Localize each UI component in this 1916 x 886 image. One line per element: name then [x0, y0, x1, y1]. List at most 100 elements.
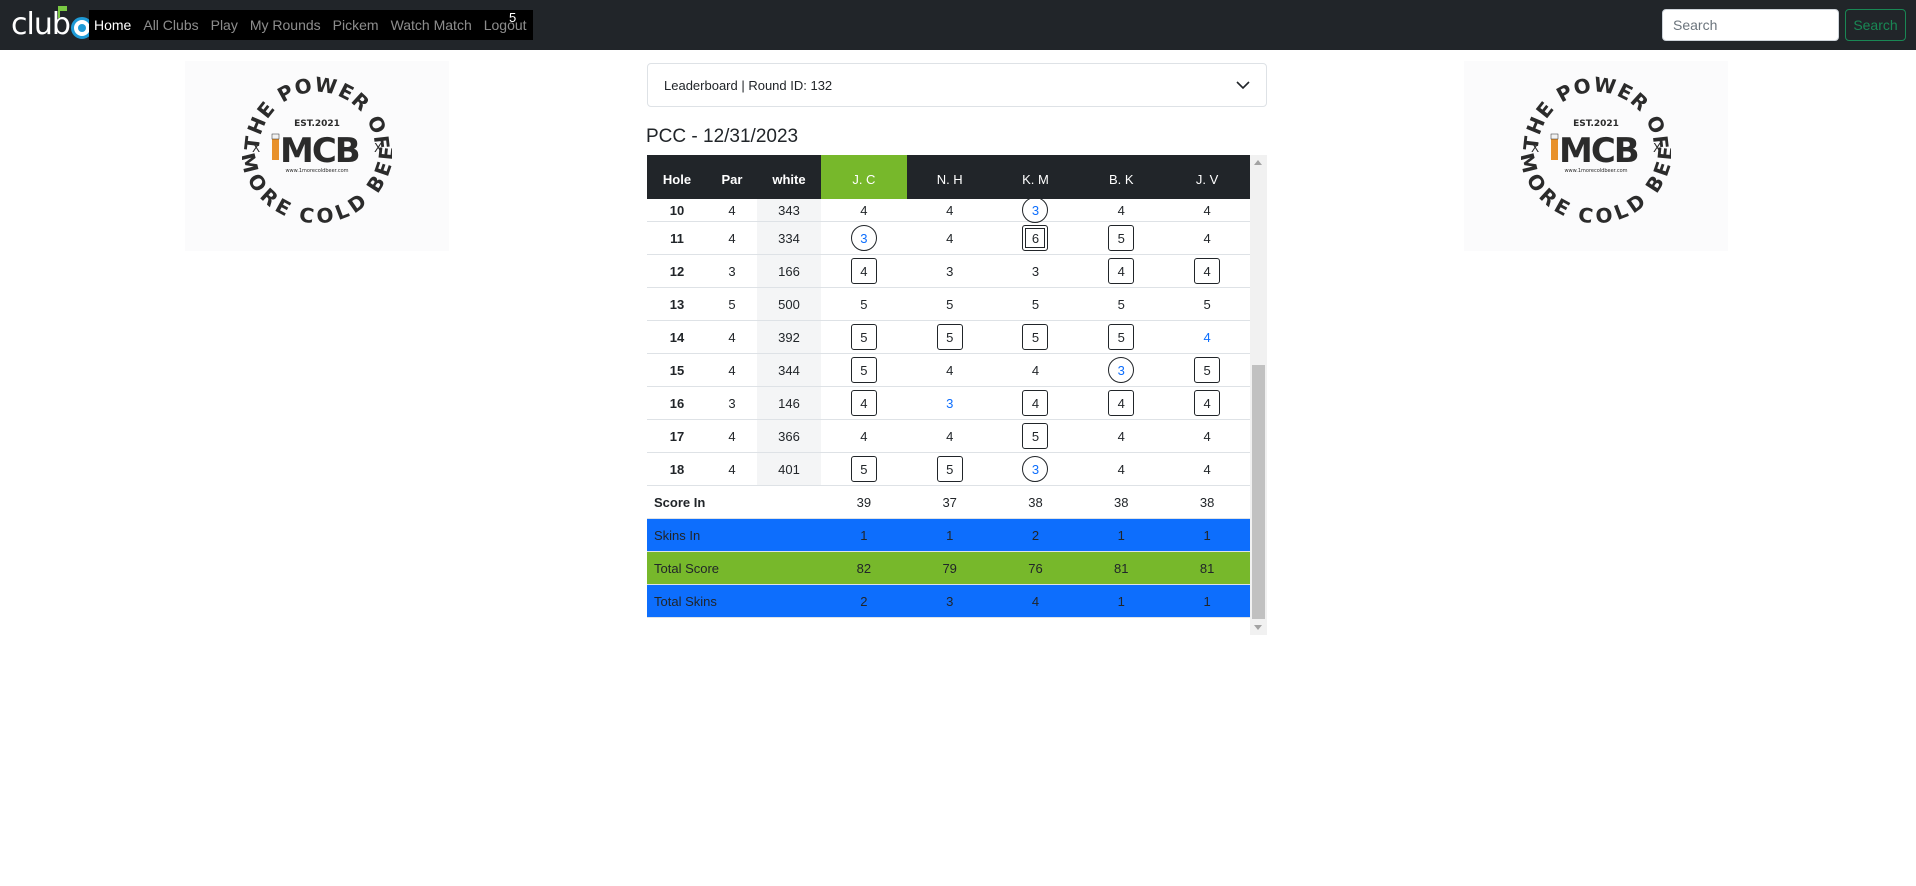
score-par: 4	[946, 362, 954, 378]
summary-value: 1	[1203, 527, 1211, 543]
course-title: PCC - 12/31/2023	[646, 126, 799, 147]
score-cell: 4	[907, 222, 993, 254]
score-cell: 5	[1164, 354, 1250, 386]
score-birdie: 3	[1022, 197, 1049, 223]
search-button[interactable]: Search	[1845, 9, 1906, 41]
score-cell: 6	[993, 222, 1079, 254]
hole-par: 5	[728, 296, 736, 312]
score-cell: 4	[821, 199, 907, 221]
score-cell: 3	[1078, 354, 1164, 386]
score-cell: 4	[1164, 222, 1250, 254]
score-birdie: 3	[1022, 456, 1049, 482]
hole-yardage: 146	[757, 387, 821, 419]
score-bogey: 4	[1108, 258, 1135, 284]
score-cell: 4	[993, 387, 1079, 419]
search-input[interactable]	[1662, 9, 1839, 41]
score-cell: 4	[993, 354, 1079, 386]
hole-yardage: 401	[757, 453, 821, 485]
score-cell: 4	[907, 420, 993, 452]
svg-text:X: X	[1653, 141, 1661, 155]
score-cell: 4	[1164, 453, 1250, 485]
hole-yardage: 500	[757, 288, 821, 320]
summary-value: 3	[946, 593, 954, 609]
summary-value: 79	[942, 560, 957, 576]
table-row: 15 4 344 5 4 4 3 5	[647, 354, 1250, 387]
scroll-down-arrow-icon[interactable]	[1254, 625, 1262, 630]
nav-watch-match[interactable]: Watch Match	[391, 17, 472, 33]
summary-value: 1	[1117, 593, 1125, 609]
score-cell: 5	[907, 321, 993, 353]
score-cell: 4	[907, 354, 993, 386]
hole-par: 4	[728, 202, 736, 218]
hole-yardage: 392	[757, 321, 821, 353]
hole-yardage: 343	[757, 199, 821, 221]
hole-yardage: 366	[757, 420, 821, 452]
score-bogey: 4	[1194, 390, 1221, 416]
score-cell: 5	[993, 288, 1079, 320]
hole-par: 3	[728, 263, 736, 279]
1mcb-logo-image: THE POWER OF 1 MORE COLD BEER EST.2021 M…	[1521, 66, 1671, 229]
brand-logo[interactable]: club	[11, 6, 93, 42]
score-cell: 4	[1164, 321, 1250, 353]
hole-number: 14	[669, 329, 685, 345]
score-par: 4	[1203, 428, 1211, 444]
hole-number: 13	[669, 296, 685, 312]
summary-row: Total Score 82 79 76 81 81	[647, 552, 1250, 585]
score-bogey: 5	[1022, 423, 1049, 449]
brand-text: club	[11, 7, 71, 42]
summary-label: Skins In	[654, 527, 701, 543]
accordion-label: Leaderboard | Round ID: 132	[664, 77, 833, 93]
summary-value: 1	[860, 527, 868, 543]
right-logo: THE POWER OF 1 MORE COLD BEER EST.2021 M…	[1464, 61, 1728, 251]
summary-row: Skins In 1 1 2 1 1	[647, 519, 1250, 552]
score-cell: 5	[1078, 321, 1164, 353]
svg-text:X: X	[374, 141, 382, 155]
summary-value: 81	[1199, 560, 1215, 576]
hole-par: 4	[728, 362, 736, 378]
summary-value: 4	[1031, 593, 1040, 609]
table-scrollbar[interactable]	[1250, 155, 1267, 635]
score-cell: 5	[1078, 288, 1164, 320]
nav-my-rounds[interactable]: My Rounds	[250, 17, 321, 33]
score-bogey: 5	[850, 456, 877, 482]
score-cell: 4	[1164, 420, 1250, 452]
leaderboard-accordion[interactable]: Leaderboard | Round ID: 132	[647, 63, 1267, 107]
score-cell: 5	[1164, 288, 1250, 320]
header-par: Par	[721, 171, 743, 187]
table-row: 11 4 334 3 4 6 5 4	[647, 222, 1250, 255]
score-par: 4	[1203, 202, 1211, 218]
score-bogey: 5	[1108, 225, 1135, 251]
hole-number: 17	[669, 428, 685, 444]
score-par: 4	[1203, 461, 1211, 477]
summary-value: 2	[860, 593, 868, 609]
score-birdie: 3	[1108, 357, 1135, 383]
summary-row: Score In 39 37 38 38 38	[647, 486, 1250, 519]
score-bogey: 5	[1022, 324, 1049, 350]
hole-yardage: 334	[757, 222, 821, 254]
hole-number: 10	[669, 202, 685, 218]
score-cell: 3	[907, 255, 993, 287]
score-par: 4	[1117, 202, 1125, 218]
score-cell: 5	[907, 288, 993, 320]
score-birdie: 3	[850, 225, 877, 251]
svg-text:X: X	[1531, 141, 1539, 155]
table-row: 18 4 401 5 5 3 4 4	[647, 453, 1250, 486]
summary-value: 38	[1199, 494, 1215, 510]
score-cell: 4	[1164, 255, 1250, 287]
scroll-up-arrow-icon[interactable]	[1254, 160, 1262, 165]
scrollbar-thumb[interactable]	[1252, 365, 1265, 619]
score-par: 3	[1031, 263, 1040, 279]
nav-pickem[interactable]: Pickem	[333, 17, 379, 33]
nav-home[interactable]: Home	[94, 17, 131, 33]
score-cell: 3	[907, 387, 993, 419]
score-cell: 4	[1078, 387, 1164, 419]
hole-par: 3	[728, 395, 736, 411]
score-cell: 5	[821, 321, 907, 353]
score-cell: 3	[993, 255, 1079, 287]
score-par: 5	[1203, 296, 1211, 312]
nav-all-clubs[interactable]: All Clubs	[143, 17, 198, 33]
hole-yardage: 344	[757, 354, 821, 386]
nav-logout[interactable]: Logout	[484, 17, 527, 33]
summary-value: 38	[1028, 494, 1043, 510]
nav-play[interactable]: Play	[211, 17, 238, 33]
